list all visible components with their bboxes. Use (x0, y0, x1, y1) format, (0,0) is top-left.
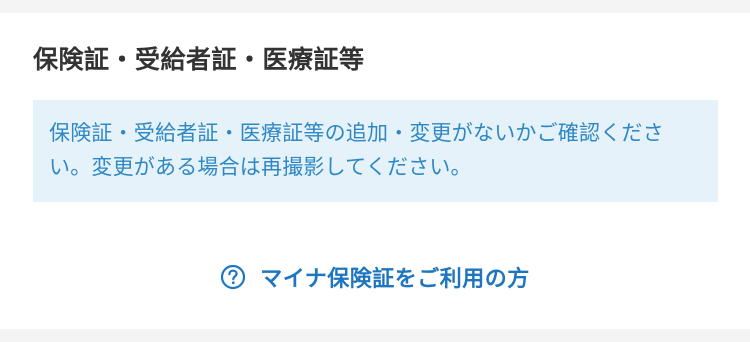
top-divider (0, 0, 750, 13)
section-title: 保険証・受給者証・医療証等 (33, 45, 365, 74)
bottom-divider (0, 329, 750, 342)
notice-text: 保険証・受給者証・医療証等の追加・変更がないかご確認ください。変更がある場合は再… (49, 121, 664, 179)
question-circle-icon (220, 264, 246, 290)
link-label: マイナ保険証をご利用の方 (260, 267, 530, 292)
my-number-insurance-link[interactable]: マイナ保険証をご利用の方 (0, 257, 750, 297)
insurance-card-section: 保険証・受給者証・医療証等 保険証・受給者証・医療証等の追加・変更がないかご確認… (0, 13, 750, 329)
info-notice: 保険証・受給者証・医療証等の追加・変更がないかご確認ください。変更がある場合は再… (33, 100, 718, 202)
